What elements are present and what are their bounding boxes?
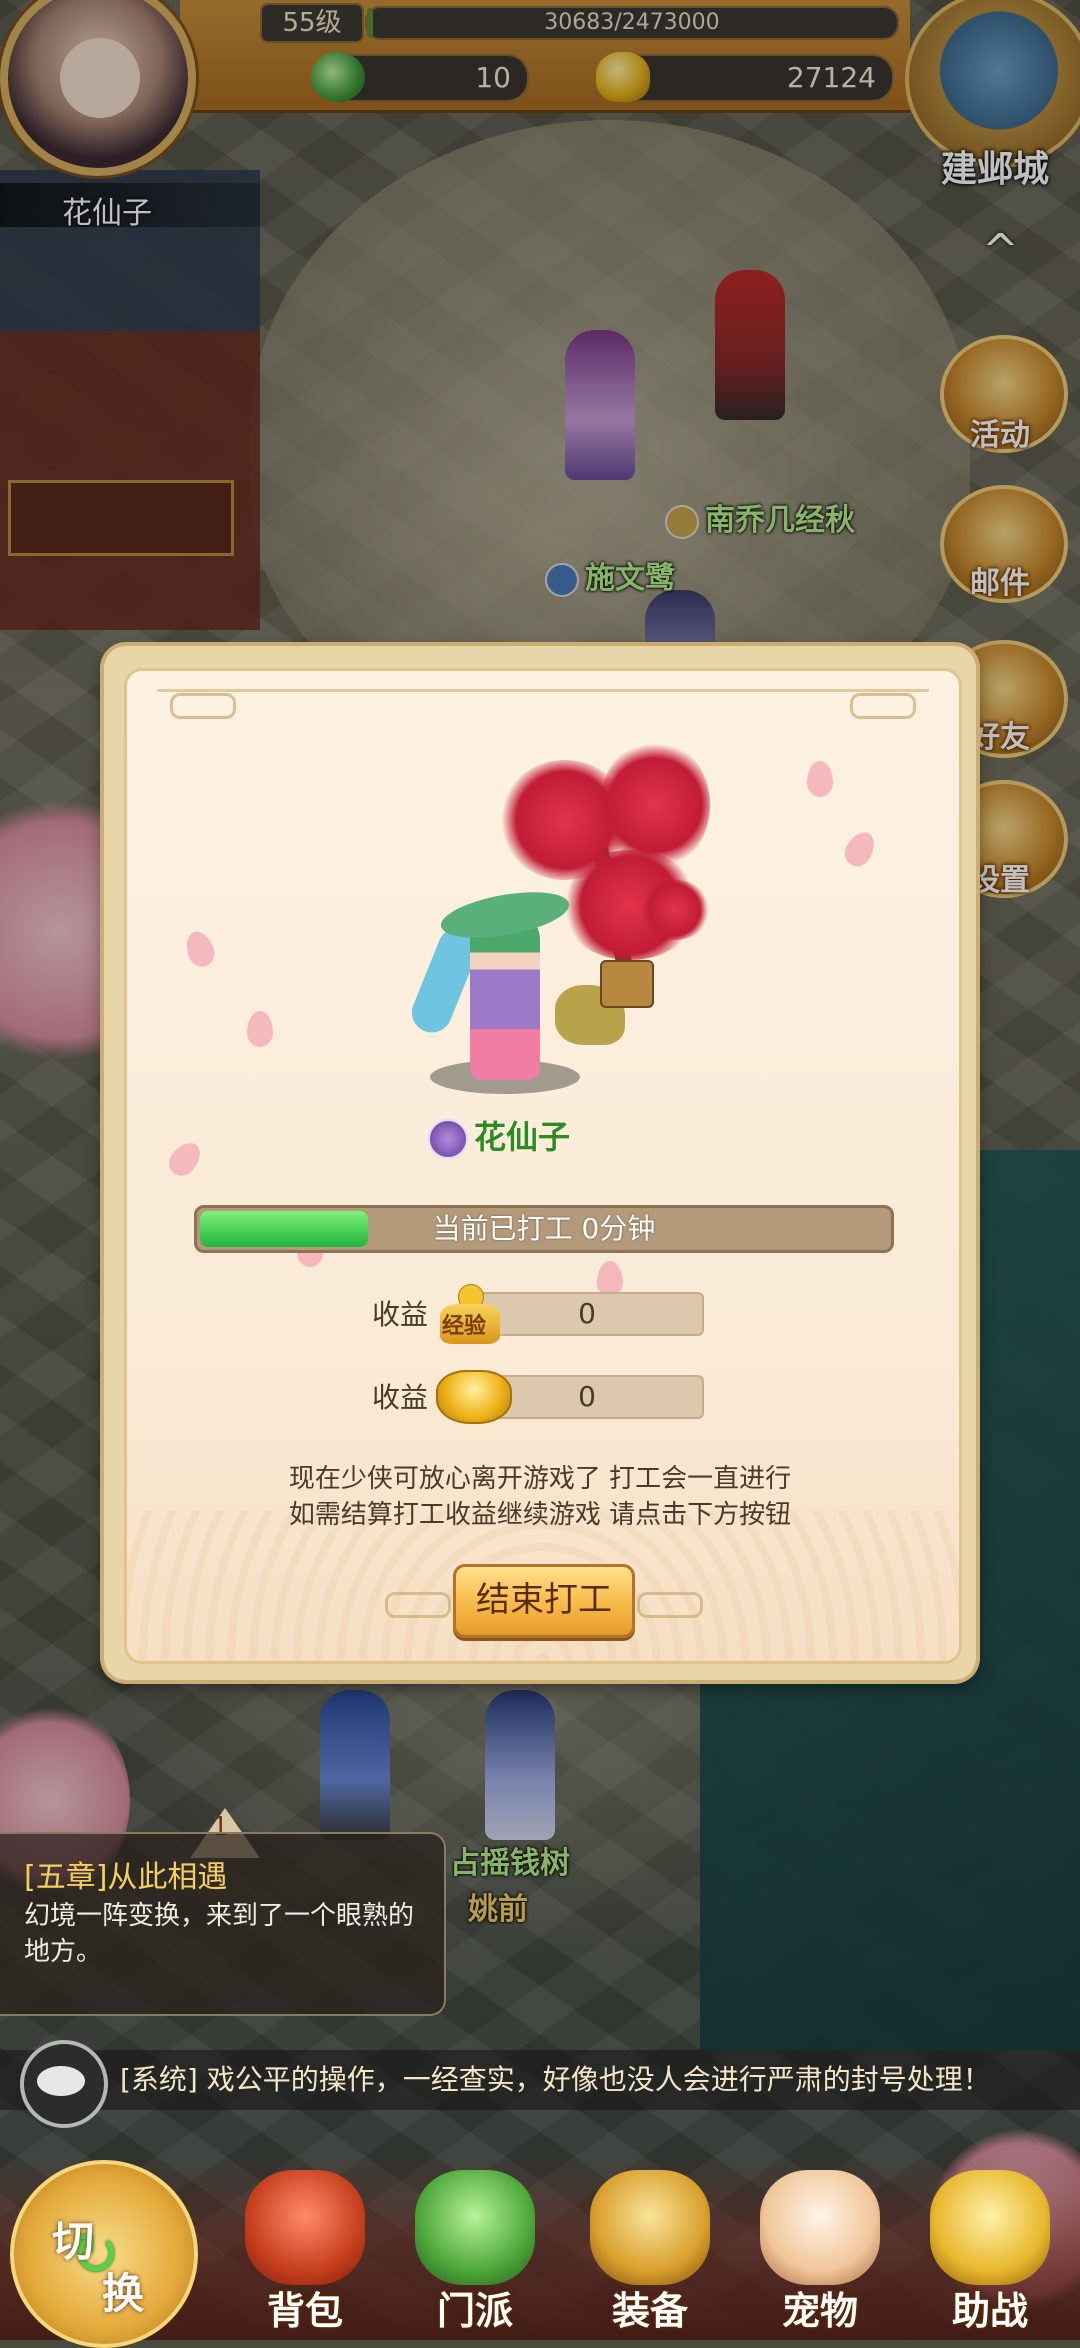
nav-sect[interactable]: 门派 (395, 2170, 555, 2340)
nav-bag[interactable]: 背包 (225, 2170, 385, 2340)
nav-pet[interactable]: 宠物 (740, 2170, 900, 2340)
work-progress-bar: 当前已打工 0分钟 (194, 1205, 894, 1253)
end-work-button[interactable]: 结束打工 (453, 1564, 635, 1638)
scroll-ornament (637, 1592, 703, 1618)
hint-line-2: 如需结算打工收益继续游戏 请点击下方按钮 (288, 1500, 792, 1530)
petal-decoration (163, 1136, 207, 1182)
gold-earnings-label: 收益 (372, 1381, 429, 1414)
switch-label-second: 换 (102, 2269, 145, 2318)
assist-icon (930, 2170, 1050, 2285)
chat-message: [系统] 戏公平的操作，一经查实，好像也没人会进行严肃的封号处理！ (120, 2063, 991, 2096)
petal-decoration (247, 1011, 273, 1047)
petal-decoration (839, 826, 881, 872)
bag-icon (245, 2170, 365, 2285)
sect-icon (415, 2170, 535, 2285)
gold-ingot-icon (436, 1370, 512, 1424)
petal-decoration (807, 761, 833, 797)
nav-sect-label: 门派 (436, 2289, 513, 2333)
nav-equipment-label: 装备 (611, 2289, 688, 2333)
exp-earnings-label: 收益 (372, 1298, 429, 1331)
nav-pet-label: 宠物 (781, 2289, 858, 2333)
plum-blossom (640, 880, 710, 940)
work-progress-text: 当前已打工 0分钟 (432, 1212, 656, 1245)
nav-assist[interactable]: 助战 (910, 2170, 1070, 2340)
petal-decoration (181, 927, 219, 971)
exp-icon-label: 经验 (442, 1314, 487, 1339)
nav-assist-label: 助战 (951, 2289, 1028, 2333)
quest-title: [五章]从此相遇 (24, 1860, 228, 1895)
decorative-border (157, 689, 929, 708)
equipment-icon (590, 2170, 710, 2285)
switch-label-first: 切 (52, 2217, 95, 2266)
quest-description: 幻境一阵变换，来到了一个眼熟的地方。 (24, 1901, 415, 1967)
scroll-ornament (170, 693, 236, 719)
character-name: 花仙子 (428, 1112, 570, 1159)
exp-earnings-value: 0 (578, 1297, 596, 1330)
end-work-label: 结束打工 (476, 1580, 612, 1620)
sect-emblem-icon (428, 1119, 468, 1159)
nav-bag-label: 背包 (266, 2289, 343, 2333)
chat-bubble-icon[interactable] (20, 2040, 108, 2128)
exp-earnings-box: 0 (470, 1292, 704, 1336)
nav-equipment[interactable]: 装备 (570, 2170, 730, 2340)
wooden-sign (600, 960, 654, 1008)
scroll-ornament (385, 1592, 451, 1618)
hint-line-1: 现在少侠可放心离开游戏了 打工会一直进行 (288, 1464, 792, 1494)
scroll-ornament (850, 693, 916, 719)
pet-icon (760, 2170, 880, 2285)
